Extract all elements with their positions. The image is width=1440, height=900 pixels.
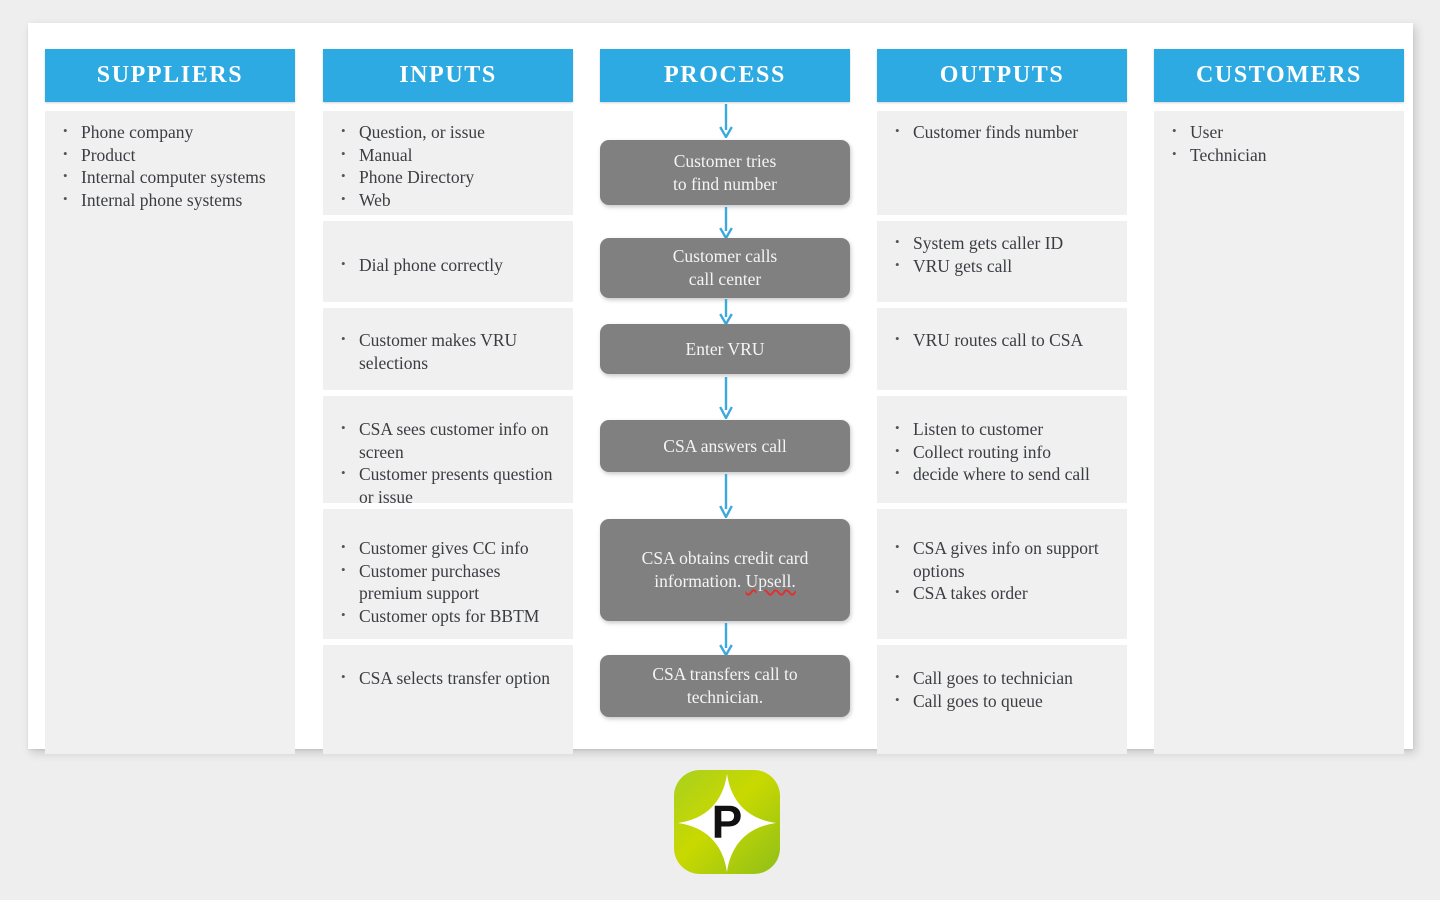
list-outputs-0: Customer finds number [891, 120, 1119, 144]
column-header-suppliers: SUPPLIERS [45, 49, 295, 102]
list-item: decide where to send call [891, 462, 1119, 486]
cell-outputs-1: System gets caller ID VRU gets call [877, 221, 1127, 302]
list-item: Customer purchases premium support [337, 559, 565, 605]
list-outputs-1: System gets caller ID VRU gets call [891, 231, 1119, 278]
list-item: Customer makes VRU selections [337, 328, 565, 374]
list-item: CSA takes order [891, 581, 1119, 605]
process-step-label: CSA obtains credit card information. Ups… [610, 547, 840, 593]
list-item: Dial phone correctly [337, 253, 565, 277]
column-customers: CUSTOMERS User Technician [1154, 49, 1404, 754]
list-item: Call goes to technician [891, 666, 1119, 690]
misspelled-word: Upsell. [745, 571, 796, 591]
process-step-3: CSA answers call [600, 420, 850, 472]
column-process: PROCESS Customer tries to find number Cu… [600, 49, 850, 745]
cell-suppliers-0: Phone company Product Internal computer … [45, 111, 295, 236]
process-step-0: Customer tries to find number [600, 140, 850, 205]
cell-outputs-4: CSA gives info on support options CSA ta… [877, 509, 1127, 639]
list-suppliers-0: Phone company Product Internal computer … [59, 120, 287, 212]
column-body-customers: User Technician [1154, 111, 1404, 754]
list-item: Phone company [59, 120, 287, 144]
list-item: CSA sees customer info on screen [337, 417, 565, 463]
process-step-1: Customer calls call center [600, 238, 850, 298]
list-outputs-4: CSA gives info on support options CSA ta… [891, 536, 1119, 605]
flow-arrow-down-icon [719, 377, 733, 419]
process-step-label: CSA transfers call to technician. [652, 664, 798, 707]
column-body-suppliers: Phone company Product Internal computer … [45, 111, 295, 754]
cell-outputs-3: Listen to customer Collect routing info … [877, 396, 1127, 503]
cell-inputs-2: Customer makes VRU selections [323, 308, 573, 390]
process-step-label: Customer tries to find number [672, 150, 777, 194]
list-outputs-5: Call goes to technician Call goes to que… [891, 666, 1119, 713]
sparkle-p-logo: P [672, 768, 782, 876]
cell-inputs-4: Customer gives CC info Customer purchase… [323, 509, 573, 639]
list-inputs-4: Customer gives CC info Customer purchase… [337, 536, 565, 628]
diagram-canvas: SUPPLIERS Phone company Product Internal… [28, 23, 1413, 754]
cell-outputs-5: Call goes to technician Call goes to que… [877, 645, 1127, 754]
list-item: User [1168, 120, 1396, 144]
cell-outputs-0: Customer finds number [877, 111, 1127, 215]
list-inputs-0: Question, or issue Manual Phone Director… [337, 120, 565, 212]
list-item: Customer finds number [891, 120, 1119, 144]
flow-arrow-down-icon [719, 474, 733, 518]
column-body-inputs: Question, or issue Manual Phone Director… [323, 111, 573, 754]
list-item: Internal phone systems [59, 188, 287, 212]
list-outputs-3: Listen to customer Collect routing info … [891, 417, 1119, 486]
list-inputs-2: Customer makes VRU selections [337, 328, 565, 374]
flow-arrow-down-icon [719, 299, 733, 325]
process-step-2: Enter VRU [600, 324, 850, 374]
flow-arrow-down-icon [719, 623, 733, 656]
flow-arrow-down-icon [719, 104, 733, 138]
list-customers-0: User Technician [1168, 120, 1396, 167]
list-item: CSA selects transfer option [337, 666, 565, 690]
list-item: Technician [1168, 143, 1396, 167]
list-item: Question, or issue [337, 120, 565, 144]
list-item: Product [59, 143, 287, 167]
cell-inputs-0: Question, or issue Manual Phone Director… [323, 111, 573, 215]
list-inputs-5: CSA selects transfer option [337, 666, 565, 690]
list-item: Customer presents question or issue [337, 462, 565, 503]
list-outputs-2: VRU routes call to CSA [891, 328, 1119, 352]
process-step-label: CSA answers call [663, 435, 787, 456]
sipoc-columns: SUPPLIERS Phone company Product Internal… [28, 23, 1413, 754]
column-header-outputs: OUTPUTS [877, 49, 1127, 102]
list-item: Listen to customer [891, 417, 1119, 441]
list-item: Customer opts for BBTM [337, 604, 565, 628]
column-header-process: PROCESS [600, 49, 850, 102]
list-item: Call goes to queue [891, 689, 1119, 713]
process-step-label: Customer calls call center [672, 246, 778, 289]
column-header-customers: CUSTOMERS [1154, 49, 1404, 102]
process-step-label: Enter VRU [685, 338, 765, 359]
list-item: Internal computer systems [59, 165, 287, 189]
cell-suppliers-filler [45, 236, 295, 754]
list-item: Customer gives CC info [337, 536, 565, 560]
list-item: Collect routing info [891, 440, 1119, 464]
list-item: System gets caller ID [891, 231, 1119, 255]
list-item: VRU routes call to CSA [891, 328, 1119, 352]
process-step-5: CSA transfers call to technician. [600, 655, 850, 717]
diagram-stage: SUPPLIERS Phone company Product Internal… [0, 0, 1440, 900]
column-header-inputs: INPUTS [323, 49, 573, 102]
column-body-process: Customer tries to find number Customer c… [600, 102, 850, 745]
cell-inputs-5: CSA selects transfer option [323, 645, 573, 754]
list-item: VRU gets call [891, 254, 1119, 278]
cell-customers-0: User Technician [1154, 111, 1404, 754]
cell-inputs-3: CSA sees customer info on screen Custome… [323, 396, 573, 503]
list-inputs-3: CSA sees customer info on screen Custome… [337, 417, 565, 503]
column-suppliers: SUPPLIERS Phone company Product Internal… [45, 49, 295, 754]
column-outputs: OUTPUTS Customer finds number System get… [877, 49, 1127, 754]
list-item: Web [337, 188, 565, 212]
list-item: CSA gives info on support options [891, 536, 1119, 582]
list-item: Phone Directory [337, 165, 565, 189]
flow-arrow-down-icon [719, 207, 733, 239]
column-inputs: INPUTS Question, or issue Manual Phone D… [323, 49, 573, 754]
cell-inputs-1: Dial phone correctly [323, 221, 573, 302]
svg-text:P: P [712, 796, 743, 848]
list-item: Manual [337, 143, 565, 167]
cell-outputs-2: VRU routes call to CSA [877, 308, 1127, 390]
process-step-4: CSA obtains credit card information. Ups… [600, 519, 850, 621]
list-inputs-1: Dial phone correctly [337, 253, 565, 277]
column-body-outputs: Customer finds number System gets caller… [877, 111, 1127, 754]
